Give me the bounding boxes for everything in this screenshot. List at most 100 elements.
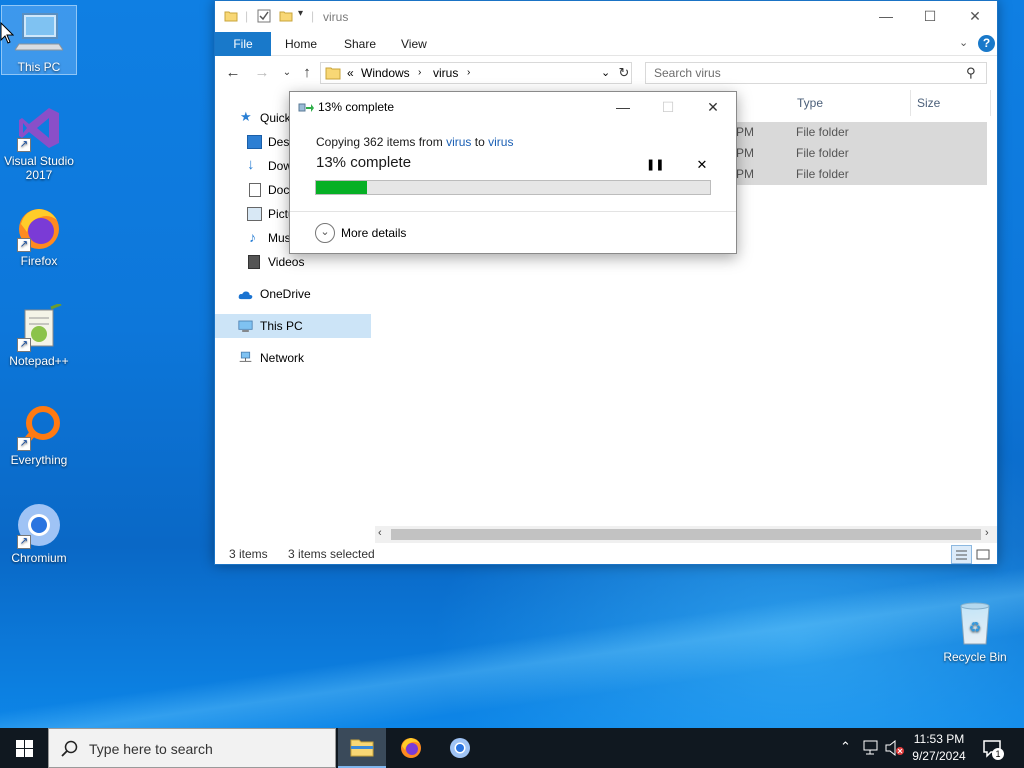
speaker-muted-icon[interactable] (885, 740, 905, 756)
desktop-icon-label: Chromium (11, 551, 67, 565)
selection-count: 3 items selected (288, 547, 375, 561)
chevron-right-icon[interactable]: › (418, 63, 421, 83)
search-icon[interactable]: ⚲ (966, 63, 976, 83)
show-hidden-icons-icon[interactable]: ⌃ (840, 739, 851, 755)
clock-date: 9/27/2024 (912, 749, 966, 763)
large-icons-view-icon[interactable] (975, 547, 991, 562)
ribbon-tabs: File Home Share View ⌄ ? (215, 32, 997, 56)
search-icon (61, 740, 78, 757)
nav-item-onedrive[interactable]: OneDrive (215, 282, 371, 306)
dialog-title: 13% complete (318, 100, 395, 114)
music-note-icon: ♪ (249, 229, 256, 245)
desktop-icon-visual-studio[interactable]: ↗ Visual Studio 2017 (2, 104, 76, 182)
taskbar: Type here to search ⌃ 11:53 PM 9/27/2024 (0, 728, 1024, 768)
more-details-label: More details (341, 226, 407, 240)
divider (290, 211, 736, 212)
desktop-icon-label: Everything (10, 453, 68, 467)
start-button[interactable] (0, 728, 48, 768)
search-input[interactable]: Search virus ⚲ (645, 62, 987, 84)
folder-icon (224, 11, 238, 22)
customize-quick-access-icon[interactable]: ▾ (298, 8, 303, 19)
scrollbar-thumb[interactable] (391, 529, 981, 540)
pause-button[interactable]: ❚❚ (646, 156, 664, 174)
desktop-icon-firefox[interactable]: ↗ Firefox (2, 204, 76, 268)
breadcrumb-overflow[interactable]: « (347, 63, 354, 83)
computer-icon (14, 10, 64, 58)
svg-text:♻: ♻ (969, 620, 982, 636)
file-explorer-window: | ▾ | virus — ☐ ✕ File Home Share View ⌄… (214, 0, 998, 565)
mouse-pointer-icon (0, 22, 14, 44)
everything-search-icon: ↗ (15, 403, 63, 451)
visual-studio-icon: ↗ (15, 104, 63, 152)
destination-folder-link[interactable]: virus (488, 135, 513, 149)
chromium-icon (450, 738, 470, 758)
copy-files-icon (298, 103, 314, 112)
dialog-minimize-button[interactable]: — (600, 92, 646, 122)
title-bar[interactable]: | ▾ | virus — ☐ ✕ (215, 1, 997, 32)
shortcut-arrow-icon: ↗ (17, 437, 31, 451)
breadcrumb-windows[interactable]: Windows (361, 63, 410, 83)
desktop-icon-recycle-bin[interactable]: ♻ Recycle Bin (938, 600, 1012, 664)
taskbar-search-placeholder: Type here to search (89, 741, 213, 757)
nav-item-this-pc[interactable]: This PC (215, 314, 371, 338)
address-bar[interactable]: « Windows › virus › ⌄ (320, 62, 632, 84)
progress-bar-fill (316, 181, 368, 194)
taskbar-app-file-explorer[interactable] (338, 728, 386, 768)
desktop-icon-everything[interactable]: ↗ Everything (2, 403, 76, 467)
scroll-left-icon[interactable]: ‹ (378, 527, 382, 539)
taskbar-app-firefox[interactable] (387, 728, 435, 768)
chevron-right-icon[interactable]: › (467, 63, 470, 83)
tab-view[interactable]: View (387, 32, 441, 56)
cancel-copy-button[interactable]: ✕ (693, 156, 711, 174)
close-button[interactable]: ✕ (952, 1, 998, 32)
refresh-button[interactable]: ↻ (616, 63, 632, 83)
minimize-button[interactable]: — (863, 1, 909, 32)
horizontal-scrollbar[interactable]: ‹ › (375, 526, 997, 543)
properties-icon[interactable] (257, 9, 271, 23)
column-header-size[interactable]: Size (911, 90, 991, 116)
new-folder-icon[interactable] (279, 9, 293, 23)
action-center-button[interactable]: 1 (980, 736, 1004, 760)
recent-locations-button[interactable]: ⌄ (277, 63, 297, 83)
shortcut-arrow-icon: ↗ (17, 238, 31, 252)
desktop-icon-label: Visual Studio 2017 (4, 154, 74, 182)
maximize-button[interactable]: ☐ (907, 1, 953, 32)
address-dropdown-icon[interactable]: ⌄ (601, 63, 610, 83)
desktop-icon-label: Notepad++ (9, 354, 69, 368)
taskbar-app-chromium[interactable] (436, 728, 484, 768)
details-view-icon[interactable] (951, 545, 972, 564)
notepad-plus-plus-icon: ↗ (15, 302, 63, 352)
network-status-icon[interactable] (862, 740, 880, 756)
copy-description-to: to (474, 135, 485, 149)
progress-percent-text: 13% complete (316, 154, 412, 171)
expand-ribbon-icon[interactable]: ⌄ (959, 36, 968, 49)
document-icon (249, 183, 261, 197)
modified-time-cell: PM (736, 146, 754, 160)
desktop-icon-chromium[interactable]: ↗ Chromium (2, 501, 76, 565)
taskbar-search-input[interactable]: Type here to search (48, 728, 336, 768)
forward-button[interactable]: → (252, 63, 272, 83)
scroll-right-icon[interactable]: › (985, 527, 989, 539)
back-button[interactable]: ← (223, 63, 243, 83)
up-button[interactable]: ↑ (297, 63, 317, 83)
desktop-icon-label: Recycle Bin (943, 650, 1007, 664)
star-icon: ★ (240, 109, 252, 124)
network-icon (239, 351, 252, 362)
file-explorer-icon (350, 739, 374, 757)
help-icon[interactable]: ? (978, 35, 995, 52)
dialog-maximize-button[interactable]: ☐ (645, 92, 691, 122)
breadcrumb-virus[interactable]: virus (433, 63, 458, 83)
tab-share[interactable]: Share (330, 32, 390, 56)
tab-file[interactable]: File (215, 32, 271, 56)
nav-item-network[interactable]: Network (215, 346, 371, 370)
column-header-type[interactable]: Type (791, 90, 911, 116)
tab-home[interactable]: Home (271, 32, 331, 56)
status-bar: 3 items 3 items selected (215, 544, 997, 565)
desktop-icon-notepad-plus-plus[interactable]: ↗ Notepad++ (2, 302, 76, 368)
navigation-bar: ← → ⌄ ↑ « Windows › virus › ⌄ ↻ Search v… (215, 56, 997, 90)
taskbar-clock[interactable]: 11:53 PM 9/27/2024 (904, 731, 974, 765)
dialog-close-button[interactable]: ✕ (690, 92, 736, 122)
source-folder-link[interactable]: virus (446, 135, 471, 149)
firefox-icon: ↗ (15, 204, 63, 252)
progress-bar (315, 180, 711, 195)
